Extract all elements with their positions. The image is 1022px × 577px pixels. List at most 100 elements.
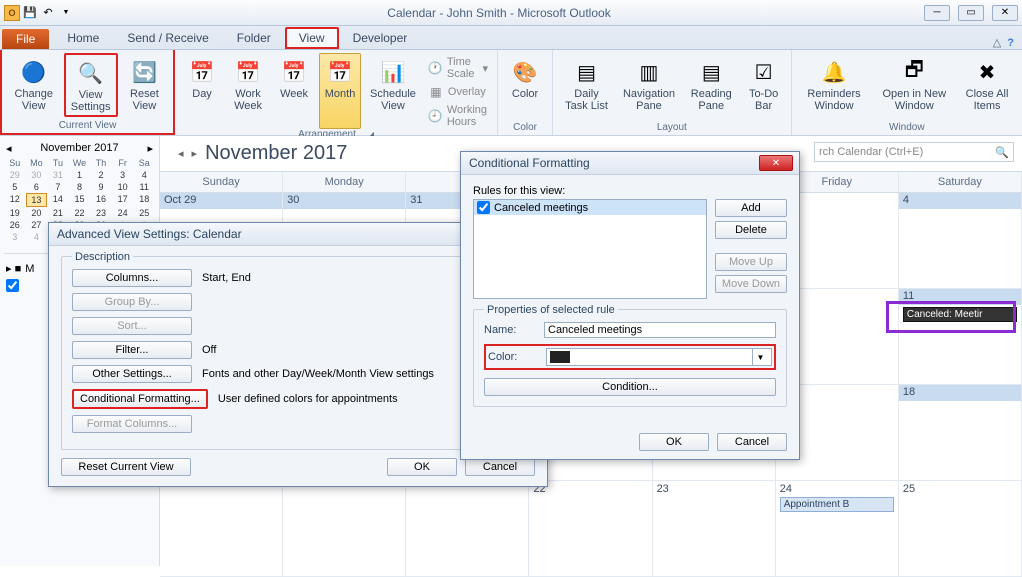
undo-icon[interactable]: ↶ bbox=[40, 5, 56, 21]
day-button[interactable]: 📅Day bbox=[181, 53, 223, 129]
calendar-title: November 2017 bbox=[205, 142, 347, 165]
filter-button[interactable]: Filter... bbox=[72, 341, 192, 359]
maximize-button[interactable]: ▭ bbox=[958, 5, 984, 21]
delete-rule-button[interactable]: Delete bbox=[715, 221, 787, 239]
ok-button[interactable]: OK bbox=[387, 458, 457, 476]
window-title: Calendar - John Smith - Microsoft Outloo… bbox=[74, 6, 924, 20]
format-columns-button[interactable]: Format Columns... bbox=[72, 415, 192, 433]
overlay-button[interactable]: ▦Overlay bbox=[425, 83, 491, 101]
tab-home[interactable]: Home bbox=[53, 27, 113, 49]
cancel-button[interactable]: Cancel bbox=[717, 433, 787, 451]
group-current-view: 🔵Change View 🔍View Settings 🔄Reset View … bbox=[0, 50, 175, 135]
daily-task-list-button[interactable]: ▤Daily Task List bbox=[559, 53, 614, 115]
change-view-button[interactable]: 🔵Change View bbox=[8, 53, 60, 117]
day-number[interactable]: 24 bbox=[780, 483, 792, 495]
minimize-button[interactable]: ─ bbox=[924, 5, 950, 21]
tab-folder[interactable]: Folder bbox=[223, 27, 285, 49]
columns-button[interactable]: Columns... bbox=[72, 269, 192, 287]
day-cell[interactable]: 18 bbox=[899, 385, 1021, 401]
open-new-window-button[interactable]: 🗗Open in New Window bbox=[874, 53, 954, 115]
fieldset-legend: Description bbox=[72, 251, 133, 263]
qat-dropdown-icon[interactable]: ▼ bbox=[58, 5, 74, 21]
cancel-button[interactable]: Cancel bbox=[465, 458, 535, 476]
reset-view-button[interactable]: 🔄Reset View bbox=[122, 53, 167, 117]
reset-view-icon: 🔄 bbox=[128, 56, 160, 88]
appointment[interactable]: Appointment B bbox=[780, 497, 894, 512]
group-layout: ▤Daily Task List ▥Navigation Pane ▤Readi… bbox=[553, 50, 792, 135]
save-icon[interactable]: 💾 bbox=[22, 5, 38, 21]
reminders-window-button[interactable]: 🔔Reminders Window bbox=[798, 53, 871, 115]
rule-item[interactable]: Canceled meetings bbox=[474, 200, 706, 215]
todo-bar-button[interactable]: ☑To-Do Bar bbox=[743, 53, 785, 115]
next-icon[interactable]: ▸ bbox=[192, 147, 198, 160]
week-icon: 📅 bbox=[278, 56, 310, 88]
tab-view[interactable]: View bbox=[285, 27, 339, 49]
day-number[interactable]: 25 bbox=[903, 483, 915, 495]
day-icon: 📅 bbox=[186, 56, 218, 88]
color-button[interactable]: 🎨Color bbox=[504, 53, 546, 103]
ribbon: 🔵Change View 🔍View Settings 🔄Reset View … bbox=[0, 50, 1022, 136]
other-settings-value: Fonts and other Day/Week/Month View sett… bbox=[202, 368, 434, 380]
rules-listbox[interactable]: Canceled meetings bbox=[473, 199, 707, 299]
dropdown-icon[interactable]: ▼ bbox=[752, 349, 768, 365]
prev-month-icon[interactable]: ◂ bbox=[6, 142, 12, 155]
task-list-icon: ▤ bbox=[571, 56, 603, 88]
schedule-icon: 📊 bbox=[377, 56, 409, 88]
view-settings-icon: 🔍 bbox=[75, 57, 107, 89]
color-label: Color: bbox=[488, 351, 538, 363]
overlay-icon: ▦ bbox=[428, 84, 444, 100]
ok-button[interactable]: OK bbox=[639, 433, 709, 451]
move-down-button[interactable]: Move Down bbox=[715, 275, 787, 293]
day-cell[interactable]: 4 bbox=[899, 193, 1021, 209]
group-window: 🔔Reminders Window 🗗Open in New Window ✖C… bbox=[792, 50, 1022, 135]
search-icon: 🔍 bbox=[995, 146, 1009, 159]
next-month-icon[interactable]: ▸ bbox=[147, 142, 153, 155]
filter-value: Off bbox=[202, 344, 216, 356]
ribbon-minimize-icon[interactable]: △ bbox=[993, 36, 1001, 49]
dialog-title: Conditional Formatting bbox=[461, 152, 799, 175]
work-week-button[interactable]: 📅Work Week bbox=[227, 53, 269, 129]
day-cell[interactable]: 30 bbox=[283, 193, 405, 209]
week-button[interactable]: 📅Week bbox=[273, 53, 315, 129]
name-label: Name: bbox=[484, 324, 534, 336]
color-select[interactable]: ▼ bbox=[546, 348, 772, 366]
calendar-checkbox[interactable] bbox=[6, 279, 19, 292]
day-number[interactable]: 23 bbox=[657, 483, 669, 495]
tab-developer[interactable]: Developer bbox=[339, 27, 422, 49]
reset-current-view-button[interactable]: Reset Current View bbox=[61, 458, 191, 476]
group-color: 🎨Color Color bbox=[498, 50, 553, 135]
day-cell[interactable]: Oct 29 bbox=[160, 193, 282, 209]
prev-icon[interactable]: ◂ bbox=[178, 147, 184, 160]
help-icon[interactable]: ? bbox=[1007, 37, 1014, 49]
day-cell[interactable]: 11 bbox=[899, 289, 1021, 305]
view-settings-button[interactable]: 🔍View Settings bbox=[64, 53, 118, 117]
navigation-pane-button[interactable]: ▥Navigation Pane bbox=[618, 53, 680, 115]
outlook-icon: O bbox=[4, 5, 20, 21]
schedule-view-button[interactable]: 📊Schedule View bbox=[365, 53, 421, 129]
search-calendar-input[interactable]: rch Calendar (Ctrl+E)🔍 bbox=[814, 142, 1014, 162]
conditional-formatting-button[interactable]: Conditional Formatting... bbox=[72, 389, 208, 409]
tab-send-receive[interactable]: Send / Receive bbox=[113, 27, 222, 49]
working-hours-button[interactable]: 🕘Working Hours bbox=[425, 103, 491, 129]
month-button[interactable]: 📅Month bbox=[319, 53, 361, 129]
rule-checkbox[interactable] bbox=[477, 201, 490, 214]
clock-icon: 🕐 bbox=[428, 60, 443, 76]
mini-cal-month: November 2017 bbox=[40, 142, 118, 155]
appointment-canceled[interactable]: Canceled: Meetir bbox=[903, 307, 1017, 322]
tab-file[interactable]: File bbox=[2, 29, 49, 49]
add-rule-button[interactable]: Add bbox=[715, 199, 787, 217]
reading-pane-icon: ▤ bbox=[695, 56, 727, 88]
time-scale-button[interactable]: 🕐Time Scale ▾ bbox=[425, 55, 491, 81]
rule-name-input[interactable] bbox=[544, 322, 776, 338]
group-by-button[interactable]: Group By... bbox=[72, 293, 192, 311]
new-window-icon: 🗗 bbox=[898, 56, 930, 88]
change-view-icon: 🔵 bbox=[18, 56, 50, 88]
move-up-button[interactable]: Move Up bbox=[715, 253, 787, 271]
other-settings-button[interactable]: Other Settings... bbox=[72, 365, 192, 383]
close-button[interactable]: ✕ bbox=[992, 5, 1018, 21]
close-all-button[interactable]: ✖Close All Items bbox=[958, 53, 1016, 115]
condition-button[interactable]: Condition... bbox=[484, 378, 776, 396]
dialog-close-button[interactable]: ✕ bbox=[759, 155, 793, 171]
sort-button[interactable]: Sort... bbox=[72, 317, 192, 335]
reading-pane-button[interactable]: ▤Reading Pane bbox=[684, 53, 739, 115]
